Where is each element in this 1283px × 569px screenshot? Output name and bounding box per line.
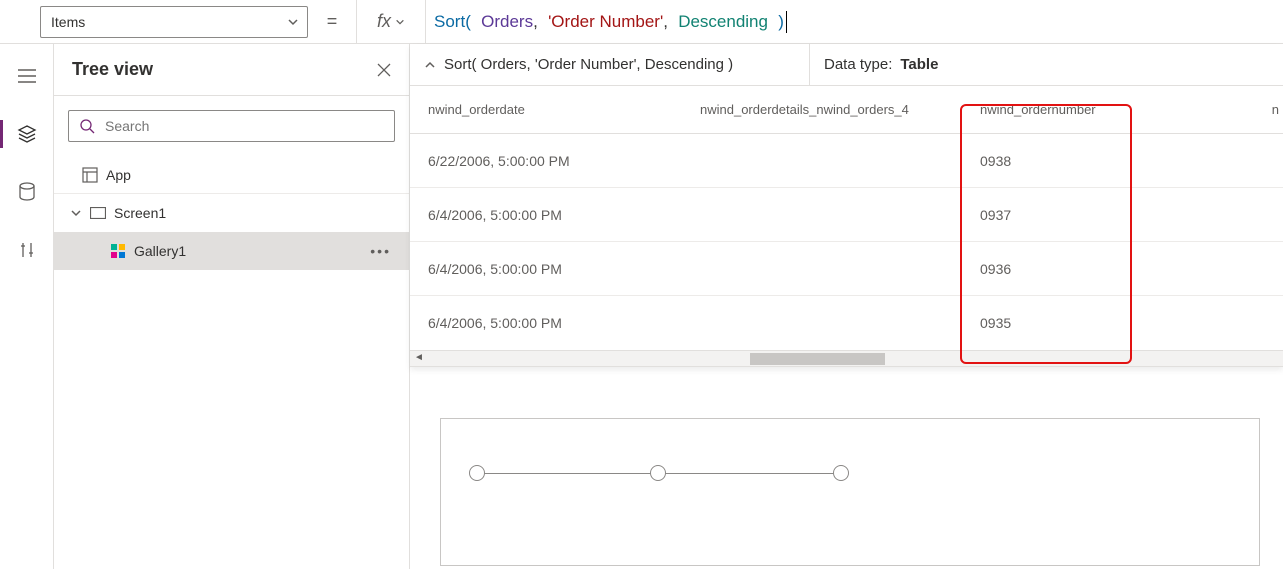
column-header[interactable]: nwind_ordernumber xyxy=(960,102,1120,117)
result-summary-text: Sort( Orders, 'Order Number', Descending… xyxy=(444,56,733,73)
resize-handle[interactable] xyxy=(650,465,666,481)
tree-view-header: Tree view xyxy=(54,44,409,96)
formula-token-fn: Sort xyxy=(434,12,465,32)
equals-label: = xyxy=(308,11,356,32)
cell-date: 6/22/2006, 5:00:00 PM xyxy=(410,153,700,169)
cell-num: 0935 xyxy=(960,315,1120,331)
column-header[interactable]: nwind_orderdate xyxy=(410,102,700,117)
chevron-down-icon xyxy=(287,16,299,28)
datatype-value: Table xyxy=(900,56,938,73)
close-icon[interactable] xyxy=(377,63,391,77)
hamburger-icon xyxy=(16,65,38,87)
tree-item-screen[interactable]: Screen1 xyxy=(54,194,409,232)
left-rail xyxy=(0,44,54,569)
formula-token-arg2: 'Order Number' xyxy=(548,12,663,32)
tree-item-gallery[interactable]: Gallery1 ••• xyxy=(54,232,409,270)
tree-item-label: App xyxy=(106,167,131,183)
result-summary-cell[interactable]: Sort( Orders, 'Order Number', Descending… xyxy=(410,44,810,85)
datatype-label: Data type: xyxy=(824,56,892,73)
scroll-left-icon[interactable]: ◄ xyxy=(414,352,424,363)
tree-view-title: Tree view xyxy=(72,59,153,80)
search-icon xyxy=(79,118,95,134)
rail-data[interactable] xyxy=(0,174,54,210)
gallery-icon xyxy=(110,243,126,259)
cell-num: 0936 xyxy=(960,261,1120,277)
rail-tree-view[interactable] xyxy=(0,116,54,152)
resize-handle[interactable] xyxy=(833,465,849,481)
column-header[interactable]: n xyxy=(1120,102,1283,117)
table-row[interactable]: 6/4/2006, 5:00:00 PM 0937 xyxy=(410,188,1283,242)
chevron-up-icon xyxy=(424,59,436,71)
cell-date: 6/4/2006, 5:00:00 PM xyxy=(410,315,700,331)
result-grid-header: nwind_orderdate nwind_orderdetails_nwind… xyxy=(410,86,1283,134)
rail-hamburger[interactable] xyxy=(0,58,54,94)
property-dropdown[interactable]: Items xyxy=(40,6,308,38)
chevron-down-icon xyxy=(395,17,405,27)
table-row[interactable]: 6/22/2006, 5:00:00 PM 0938 xyxy=(410,134,1283,188)
cell-date: 6/4/2006, 5:00:00 PM xyxy=(410,261,700,277)
cell-date: 6/4/2006, 5:00:00 PM xyxy=(410,207,700,223)
formula-token-arg1: Orders xyxy=(481,12,533,32)
fx-button[interactable]: fx xyxy=(356,0,426,44)
search-input[interactable] xyxy=(68,110,395,142)
column-header[interactable]: nwind_orderdetails_nwind_orders_4 xyxy=(700,102,960,117)
tree-item-app[interactable]: App xyxy=(54,156,409,194)
layers-icon xyxy=(16,123,38,145)
cell-num: 0937 xyxy=(960,207,1120,223)
screen-icon xyxy=(90,207,106,219)
tree-item-label: Screen1 xyxy=(114,205,166,221)
fx-label: fx xyxy=(377,11,391,32)
horizontal-scrollbar[interactable]: ◄ xyxy=(410,350,1283,366)
resize-handle[interactable] xyxy=(469,465,485,481)
formula-input[interactable]: Sort( Orders, 'Order Number', Descending… xyxy=(426,0,1283,44)
app-icon xyxy=(82,167,98,183)
scrollbar-thumb[interactable] xyxy=(750,353,885,365)
chevron-down-icon xyxy=(70,207,82,219)
rail-tools[interactable] xyxy=(0,232,54,268)
text-cursor xyxy=(786,11,787,33)
database-icon xyxy=(16,181,38,203)
result-datatype-cell: Data type: Table xyxy=(810,44,952,85)
tools-icon xyxy=(16,239,38,261)
table-row[interactable]: 6/4/2006, 5:00:00 PM 0935 xyxy=(410,296,1283,350)
cell-num: 0938 xyxy=(960,153,1120,169)
property-dropdown-value: Items xyxy=(51,14,85,30)
more-icon[interactable]: ••• xyxy=(370,243,391,259)
search-field[interactable] xyxy=(105,118,384,134)
formula-bar: Items = fx Sort( Orders, 'Order Number',… xyxy=(0,0,1283,44)
tree-view-panel: Tree view App xyxy=(54,44,410,569)
tree-item-label: Gallery1 xyxy=(134,243,186,259)
gallery-control[interactable] xyxy=(440,418,1260,566)
formula-token-arg3: Descending xyxy=(678,12,768,32)
table-row[interactable]: 6/4/2006, 5:00:00 PM 0936 xyxy=(410,242,1283,296)
canvas: Sort( Orders, 'Order Number', Descending… xyxy=(410,44,1283,569)
formula-result-pane: Sort( Orders, 'Order Number', Descending… xyxy=(410,44,1283,367)
